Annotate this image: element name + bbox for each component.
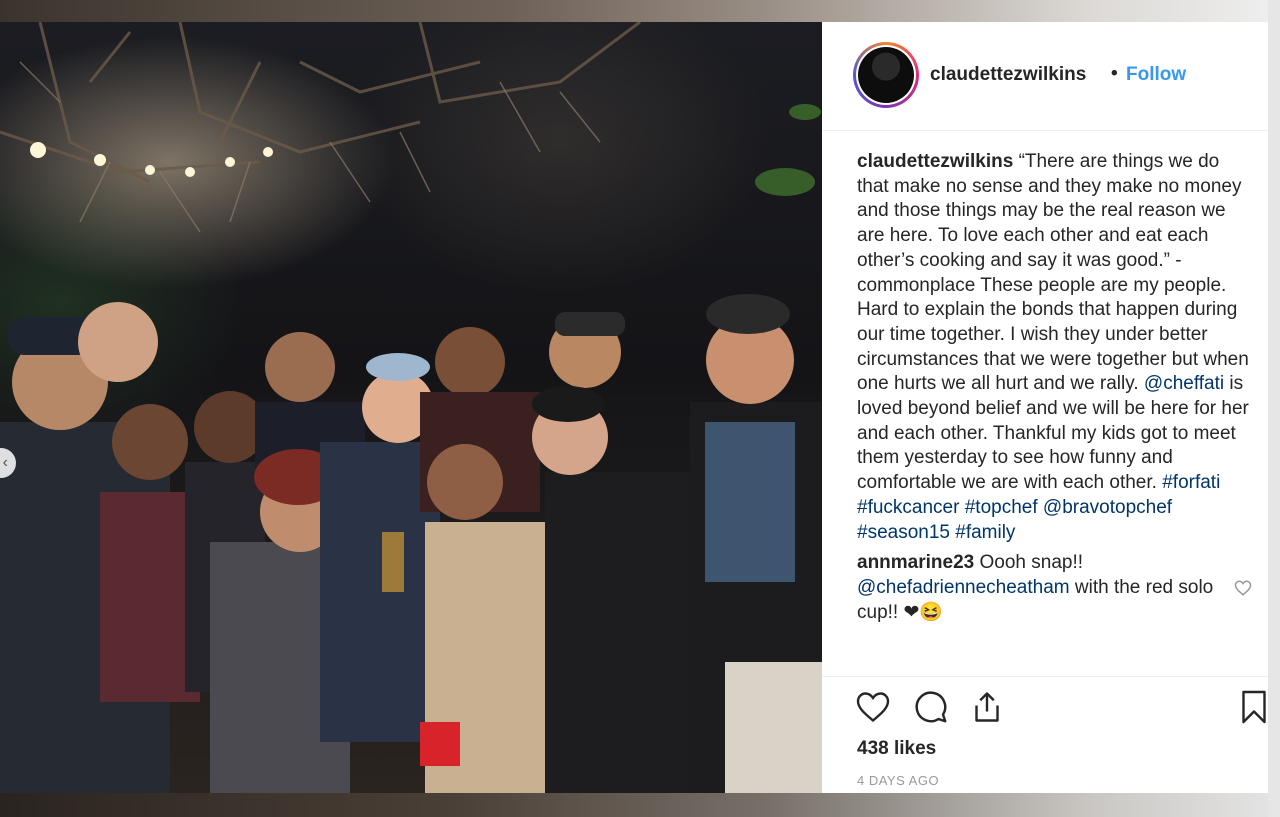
group-photo-illustration [0, 22, 822, 793]
share-icon[interactable] [969, 689, 1005, 725]
comment-icon[interactable] [913, 689, 949, 725]
comment-text: Oooh snap!! [979, 552, 1084, 574]
action-bar: 438 likes 4 DAYS AGO [822, 676, 1268, 794]
follow-button[interactable]: Follow [1126, 64, 1186, 86]
separator-dot: • [1111, 63, 1118, 84]
background-blur-top [0, 0, 1280, 22]
comment-list[interactable]: claudettezwilkins “There are things we d… [857, 150, 1252, 676]
comment-heart-icon[interactable] [1234, 579, 1252, 597]
post-header: claudettezwilkins • Follow [822, 22, 1268, 131]
comment-username[interactable]: annmarine23 [857, 552, 974, 573]
likes-count[interactable]: 438 likes [857, 738, 936, 760]
hashtag-link[interactable]: #topchef [965, 497, 1038, 518]
heart-icon[interactable] [855, 689, 891, 725]
caption: claudettezwilkins “There are things we d… [857, 150, 1252, 545]
comment-item: annmarine23 Oooh snap!! @chefadrienneche… [857, 551, 1252, 625]
header-username[interactable]: claudettezwilkins [930, 64, 1086, 86]
background-blur-bottom [0, 793, 1280, 817]
post-sidebar: claudettezwilkins • Follow claudettezwil… [822, 22, 1268, 793]
mention-link[interactable]: @cheffati [1144, 373, 1224, 394]
post-timestamp[interactable]: 4 DAYS AGO [857, 773, 939, 788]
mention-link[interactable]: @bravotopchef [1043, 497, 1172, 518]
hashtag-link[interactable]: #family [955, 522, 1015, 543]
hashtag-link[interactable]: #season15 [857, 522, 950, 543]
avatar-frame [856, 45, 916, 105]
caption-text: “There are things we do that make no sen… [857, 151, 1249, 395]
hashtag-link[interactable]: #fuckcancer [857, 497, 959, 518]
avatar-image [858, 47, 914, 103]
caption-username[interactable]: claudettezwilkins [857, 151, 1013, 172]
mention-link[interactable]: @chefadriennecheatham [857, 577, 1070, 598]
bookmark-icon[interactable] [1236, 689, 1272, 725]
avatar[interactable] [853, 42, 919, 108]
hashtag-link[interactable]: #forfati [1162, 472, 1220, 493]
post-photo[interactable]: ‹ [0, 22, 822, 793]
